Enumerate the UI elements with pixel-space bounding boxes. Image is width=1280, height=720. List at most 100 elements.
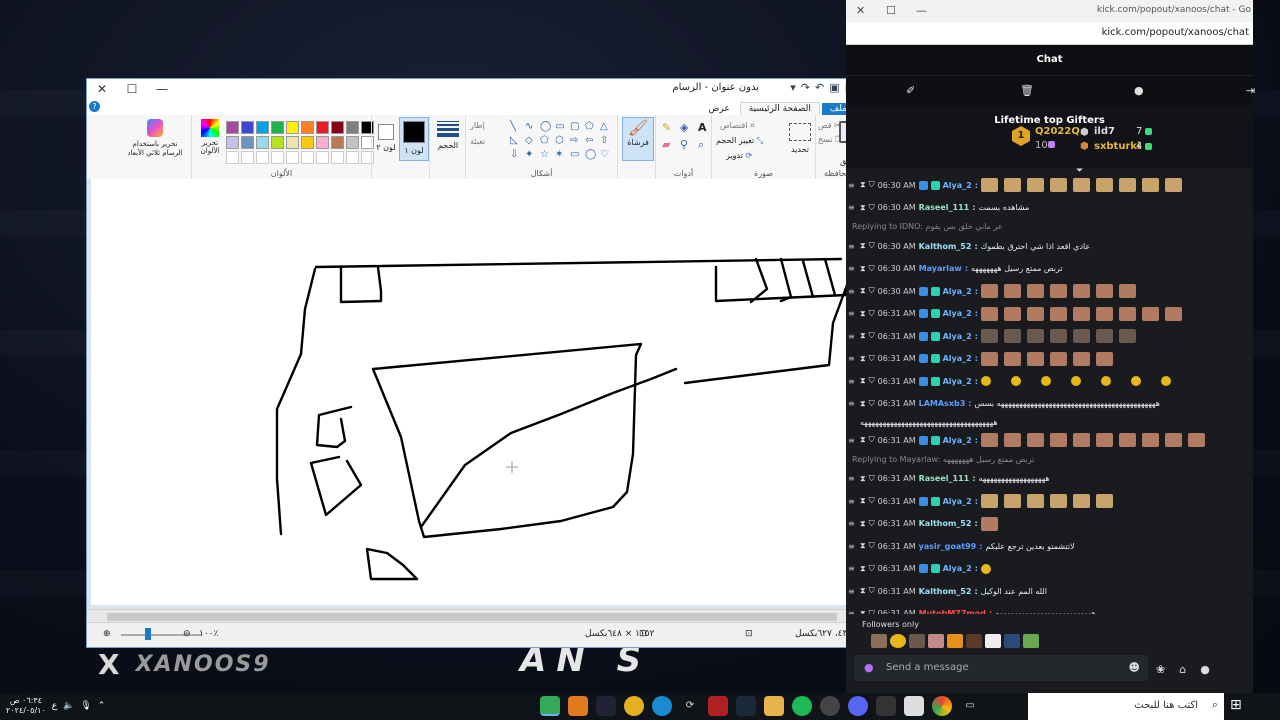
pentagon-icon[interactable]: ⬠ xyxy=(540,135,552,146)
size-button[interactable]: الحجم xyxy=(434,119,462,150)
message-username[interactable]: Kalthom_52 xyxy=(919,587,972,596)
windows-start-icon[interactable]: ⊞ xyxy=(1230,697,1242,713)
empty-swatch[interactable] xyxy=(316,151,329,164)
trash-icon[interactable]: 🗑 xyxy=(1020,84,1034,97)
send-message-input[interactable]: ● Send a message ☻ xyxy=(854,655,1148,681)
chat-settings-icon[interactable]: ● xyxy=(1200,663,1210,676)
empty-swatch[interactable] xyxy=(331,151,344,164)
color-swatch[interactable] xyxy=(331,136,344,149)
zoom-slider-thumb[interactable] xyxy=(145,628,151,640)
shield-icon[interactable]: ⛉ xyxy=(869,354,875,364)
message-menu-icon[interactable]: ≡ xyxy=(848,332,855,341)
message-username[interactable]: Raseel_111 xyxy=(919,474,970,483)
callout-oval-icon[interactable]: ◯ xyxy=(585,149,597,160)
zoom-in-icon[interactable]: ⊕ xyxy=(103,629,111,639)
app-white-icon[interactable] xyxy=(904,696,924,716)
message-username[interactable]: LAMAsxb3 xyxy=(919,399,966,408)
arrow-right-icon[interactable]: ⇨ xyxy=(570,135,582,146)
color-swatch[interactable] xyxy=(331,121,344,134)
paint-app-icon[interactable] xyxy=(540,696,560,716)
triangle-icon[interactable]: △ xyxy=(600,121,612,132)
gift-icon[interactable]: ❀ xyxy=(1156,663,1165,676)
color-swatch[interactable] xyxy=(316,121,329,134)
line-shape-icon[interactable]: ╲ xyxy=(510,121,522,132)
empty-swatch[interactable] xyxy=(241,151,254,164)
message-menu-icon[interactable]: ≡ xyxy=(848,309,855,318)
message-username[interactable]: Alya_2 xyxy=(943,332,972,341)
timeout-icon[interactable]: ⧗ xyxy=(860,286,866,296)
right-triangle-icon[interactable]: ◺ xyxy=(510,135,522,146)
app-red-icon[interactable] xyxy=(708,696,728,716)
message-username[interactable]: Alya_2 xyxy=(943,436,972,445)
message-menu-icon[interactable]: ≡ xyxy=(848,377,855,386)
empty-swatch[interactable] xyxy=(256,151,269,164)
close-icon[interactable]: ✕ xyxy=(856,4,865,17)
shape-outline-button[interactable]: إطار xyxy=(470,121,485,130)
message-username[interactable]: Alya_2 xyxy=(943,564,972,573)
timeout-icon[interactable]: ⧗ xyxy=(860,474,866,484)
color-swatch[interactable] xyxy=(346,121,359,134)
message-menu-icon[interactable]: ≡ xyxy=(848,436,855,445)
address-bar[interactable]: kick.com/popout/xanoos/chat xyxy=(846,22,1253,45)
tray-overflow-icon[interactable]: ⌃ xyxy=(98,701,106,711)
rotate-button[interactable]: تدوير ⟳ xyxy=(726,151,752,160)
star6-icon[interactable]: ✶ xyxy=(555,149,567,160)
emote-icon[interactable] xyxy=(966,634,982,648)
message-menu-icon[interactable]: ≡ xyxy=(848,287,855,296)
message-username[interactable]: Raseel_111 xyxy=(919,203,970,212)
message-username[interactable]: Alya_2 xyxy=(943,354,972,363)
empty-swatch[interactable] xyxy=(346,151,359,164)
gifter-name[interactable]: Q2022Q xyxy=(1035,126,1080,137)
empty-swatch[interactable] xyxy=(271,151,284,164)
paint3d-button[interactable]: تحرير باستخدام الرسام ثلاثي الأبعاد xyxy=(125,119,185,158)
taskbar-search[interactable]: اكتب هنا للبحث ⌕ xyxy=(1028,693,1224,720)
color-swatch[interactable] xyxy=(256,136,269,149)
timeout-icon[interactable]: ⧗ xyxy=(860,564,866,574)
shield-icon[interactable]: ⛉ xyxy=(869,564,875,574)
edge-icon[interactable] xyxy=(652,696,672,716)
timeout-icon[interactable]: ⧗ xyxy=(860,435,866,445)
shield-icon[interactable]: ⛉ xyxy=(869,309,875,319)
color-swatch[interactable] xyxy=(271,121,284,134)
shield-icon[interactable]: ⛉ xyxy=(869,331,875,341)
empty-swatch[interactable] xyxy=(226,151,239,164)
maximize-icon[interactable]: ☐ xyxy=(117,82,147,96)
emote-icon[interactable] xyxy=(1004,634,1020,648)
message-username[interactable]: Kalthom_52 xyxy=(919,519,972,528)
message-username[interactable]: MutobM77mod xyxy=(919,609,986,614)
message-menu-icon[interactable]: ≡ xyxy=(848,609,855,614)
timeout-icon[interactable]: ⧗ xyxy=(860,309,866,319)
magnifier-icon[interactable]: ⌕ xyxy=(698,138,712,152)
text-icon[interactable]: A xyxy=(698,121,712,134)
curve-shape-icon[interactable]: ∿ xyxy=(525,121,537,132)
select-button[interactable]: تحديد xyxy=(786,119,814,154)
minimize-icon[interactable]: — xyxy=(916,4,927,17)
scrollbar-thumb[interactable] xyxy=(107,613,837,621)
eraser-icon[interactable]: ▰ xyxy=(662,138,676,152)
timeout-icon[interactable]: ⧗ xyxy=(860,180,866,190)
color-swatch[interactable] xyxy=(241,136,254,149)
color-swatch[interactable] xyxy=(241,121,254,134)
collapse-icon[interactable]: ⇥ xyxy=(1246,84,1255,97)
emote-icon[interactable] xyxy=(909,634,925,648)
message-menu-icon[interactable]: ≡ xyxy=(848,399,855,408)
color-swatch[interactable] xyxy=(271,136,284,149)
refresh-app-icon[interactable]: ⟳ xyxy=(680,696,700,716)
app-circle-icon[interactable] xyxy=(820,696,840,716)
timeout-icon[interactable]: ⧗ xyxy=(860,376,866,386)
resize-button[interactable]: تغيير الحجم ⤡ xyxy=(716,136,763,146)
color-swatch[interactable] xyxy=(301,121,314,134)
star5-icon[interactable]: ☆ xyxy=(540,149,552,160)
emote-icon[interactable] xyxy=(928,634,944,648)
message-menu-icon[interactable]: ≡ xyxy=(848,354,855,363)
shield-icon[interactable]: ⛉ xyxy=(869,541,875,551)
arrow-down-icon[interactable]: ⇩ xyxy=(510,149,522,160)
chrome-icon[interactable] xyxy=(932,696,952,716)
crop-button[interactable]: اقتصاص ⌗ xyxy=(720,121,755,131)
color-swatch[interactable] xyxy=(226,136,239,149)
arrow-left-icon[interactable]: ⇦ xyxy=(585,135,597,146)
shield-icon[interactable]: ⛉ xyxy=(869,519,875,529)
shape-fill-button[interactable]: تعبئة xyxy=(470,137,485,146)
color2-button[interactable]: لون ٢ xyxy=(376,119,396,152)
color-swatch[interactable] xyxy=(256,121,269,134)
